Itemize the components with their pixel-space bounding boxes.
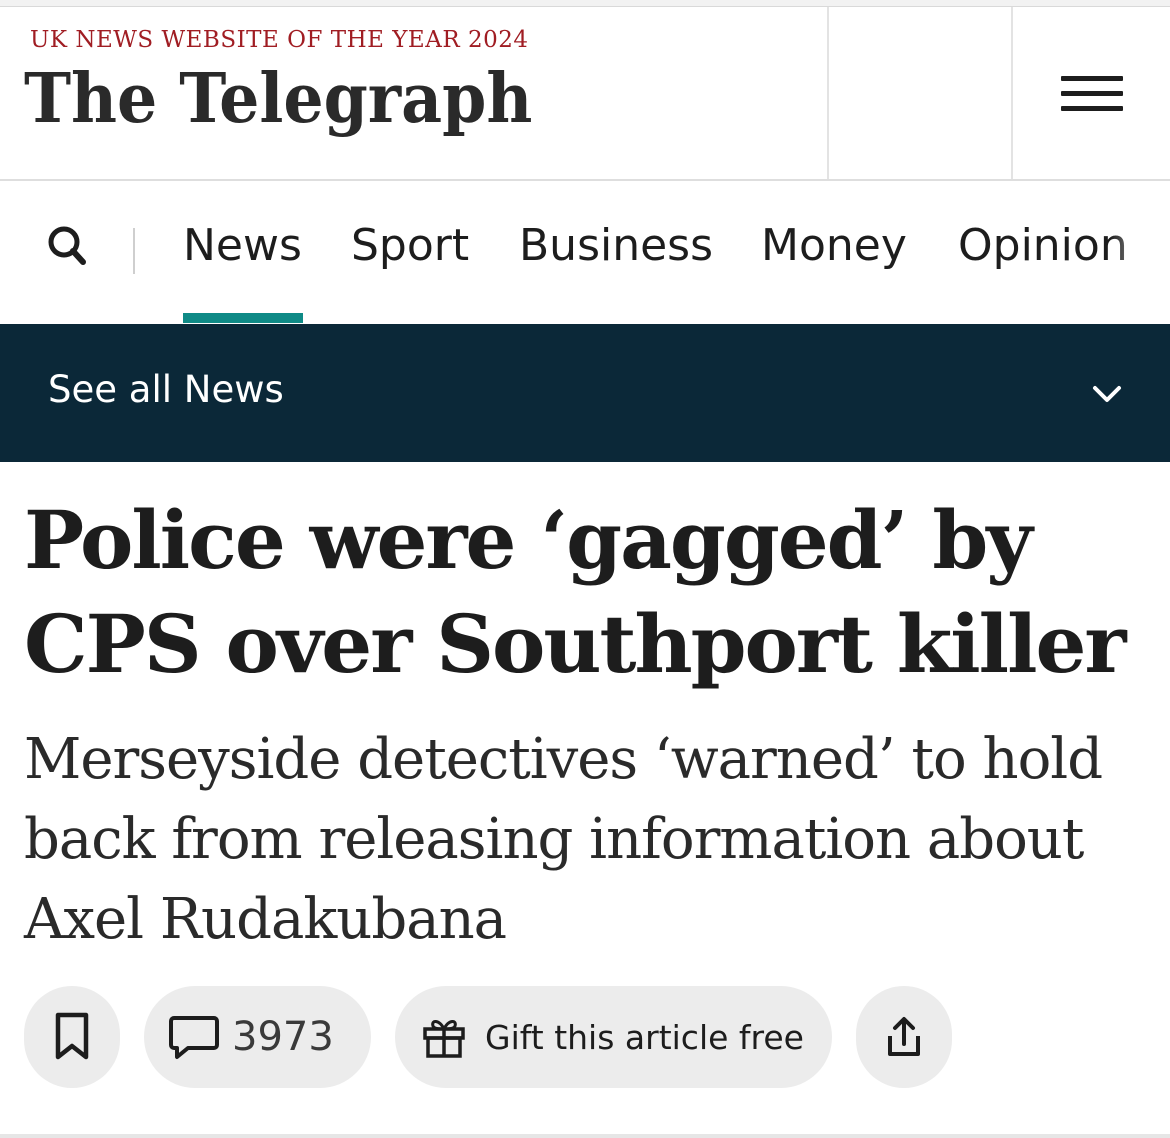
share-icon (882, 1014, 926, 1060)
nav-separator (133, 228, 135, 274)
comment-count: 3973 (232, 1014, 334, 1060)
chevron-down-icon[interactable] (1090, 380, 1124, 408)
share-button[interactable] (856, 986, 952, 1088)
section-nav: News Sport Business Money Opinion (0, 180, 1170, 324)
site-logo[interactable]: The Telegraph (24, 59, 532, 139)
tab-opinion[interactable]: Opinion (958, 220, 1128, 271)
menu-button[interactable] (1014, 7, 1170, 179)
search-icon[interactable] (44, 222, 92, 270)
tab-money[interactable]: Money (761, 220, 907, 271)
tab-sport[interactable]: Sport (351, 220, 469, 271)
header-divider (1011, 7, 1013, 179)
tab-news[interactable]: News (183, 220, 302, 271)
tab-business[interactable]: Business (519, 220, 713, 271)
see-all-news-link[interactable]: See all News (48, 368, 284, 411)
article-actions: 3973 Gift this article free (0, 986, 1170, 1090)
subnav-bar[interactable]: See all News (0, 324, 1170, 462)
active-tab-indicator (183, 313, 303, 323)
comments-button[interactable]: 3973 (144, 986, 371, 1088)
award-banner: UK NEWS WEBSITE OF THE YEAR 2024 (30, 27, 529, 53)
bookmark-icon (52, 1011, 92, 1063)
menu-icon (1061, 66, 1123, 121)
gift-icon (421, 1014, 467, 1060)
article-standfirst: Merseyside detectives ‘warned’ to hold b… (24, 727, 1103, 952)
bottom-divider (0, 1134, 1170, 1138)
comment-icon (168, 1013, 220, 1061)
gift-label: Gift this article free (485, 1017, 804, 1057)
gift-article-button[interactable]: Gift this article free (395, 986, 832, 1088)
masthead: UK NEWS WEBSITE OF THE YEAR 2024 The Tel… (0, 7, 1170, 181)
article-headline: Police were ‘gagged’ by CPS over Southpo… (24, 493, 1127, 691)
nav-fade (1110, 210, 1170, 290)
top-border (0, 0, 1170, 7)
bookmark-button[interactable] (24, 986, 120, 1088)
header-divider (827, 7, 829, 179)
